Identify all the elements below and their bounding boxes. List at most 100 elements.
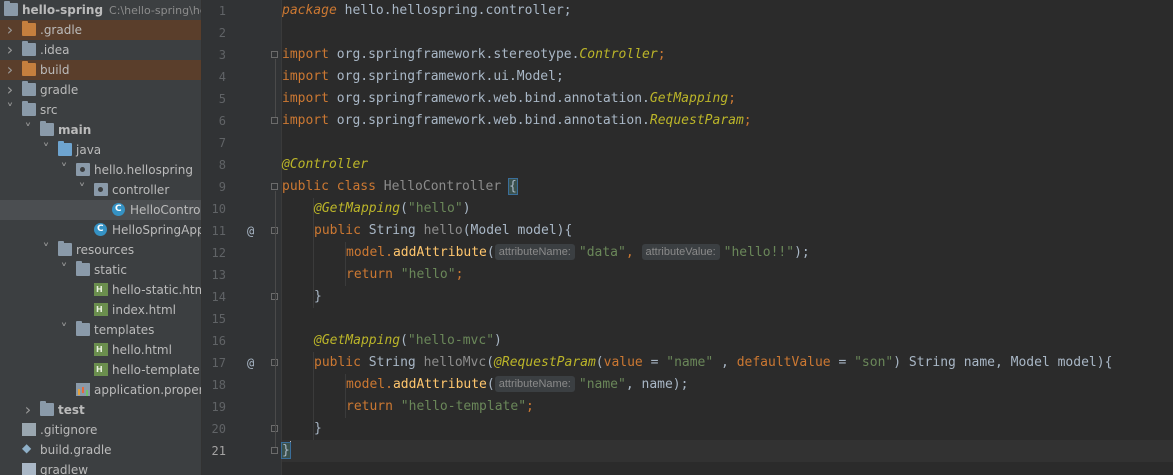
folder-icon [22, 101, 36, 116]
tree-item[interactable]: ˅ src [0, 100, 201, 120]
line-number: 1 [218, 4, 226, 18]
tree-item-label: java [76, 143, 102, 157]
tree-item[interactable]: gradlew [0, 460, 201, 475]
chevron-right-icon[interactable]: › [4, 62, 16, 78]
tree-item[interactable]: hello-static.html [0, 280, 202, 300]
line-number: 18 [211, 378, 226, 392]
package-icon [76, 163, 90, 176]
tree-item[interactable]: › test [0, 400, 201, 420]
code-line-16[interactable]: @GetMapping("hello-mvc") [314, 330, 502, 352]
gradle-file-icon [22, 441, 36, 456]
line-number: 13 [211, 268, 226, 282]
chevron-down-icon[interactable]: ˅ [76, 183, 88, 197]
code-line-10[interactable]: @GetMapping("hello") [314, 198, 471, 220]
tree-item[interactable]: ˅ controller [0, 180, 201, 200]
line-number: 4 [218, 70, 226, 84]
code-line-3[interactable]: import org.springframework.stereotype.Co… [282, 44, 666, 66]
tree-item-label: static [94, 263, 127, 277]
folder-icon [22, 21, 36, 36]
fold-toggle-icon[interactable] [271, 183, 278, 190]
tree-item[interactable]: › .gradle [0, 20, 201, 40]
parameter-hint: attributeValue: [641, 244, 720, 260]
line-number: 11 [211, 224, 226, 238]
line-number: 9 [218, 180, 226, 194]
chevron-right-icon[interactable]: › [4, 82, 16, 98]
chevron-down-icon[interactable]: ˅ [40, 243, 52, 257]
file-icon [22, 463, 36, 475]
request-mapping-gutter-icon[interactable]: @ [247, 220, 254, 242]
code-line-11[interactable]: public String hello(Model model){ [314, 220, 572, 242]
fold-toggle-icon[interactable] [271, 51, 278, 58]
code-editor[interactable]: 1 2 3 4 5 6 7 8 9 10 11 12 13 14 15 16 17 18 19 20 21 @ @ pack… [202, 0, 1173, 475]
code-line-18[interactable]: model.addAttribute(attributeName: "name",… [346, 374, 688, 396]
tree-item-label: .gradle [40, 23, 83, 37]
code-line-17[interactable]: public String helloMvc(@RequestParam(val… [314, 352, 1112, 374]
chevron-right-icon[interactable]: › [4, 22, 16, 38]
code-line-13[interactable]: return "hello"; [346, 264, 463, 286]
project-root-row[interactable]: hello-spring C:\hello-spring\he [0, 0, 201, 20]
tree-item-label: hello.html [112, 343, 172, 357]
tree-item[interactable]: › .idea [0, 40, 201, 60]
line-number: 3 [218, 48, 226, 62]
tree-item[interactable]: ˅ java [0, 140, 201, 160]
tree-item-label: gradlew [40, 463, 89, 475]
tree-item[interactable]: hello.html [0, 340, 201, 360]
code-line-21[interactable]: } [281, 440, 291, 462]
tree-item[interactable]: ˅ static [0, 260, 201, 280]
tree-item[interactable]: application.propertie [0, 380, 202, 400]
request-mapping-gutter-icon[interactable]: @ [247, 352, 254, 374]
code-line-19[interactable]: return "hello-template"; [346, 396, 534, 418]
tree-item[interactable]: ˅ main [0, 120, 201, 140]
fold-range-line [275, 59, 276, 117]
chevron-down-icon[interactable]: ˅ [58, 323, 70, 337]
tree-item[interactable]: ˅ hello.hellospring [0, 160, 201, 180]
line-number: 15 [211, 312, 226, 326]
tree-item-label: hello-static.html [112, 283, 202, 297]
tree-item[interactable]: hello-template.ht [0, 360, 201, 380]
matched-brace: } [281, 442, 291, 459]
chevron-right-icon[interactable]: › [22, 402, 34, 418]
tree-item-label: test [58, 403, 85, 417]
folder-icon [22, 41, 36, 56]
fold-range-line [275, 235, 276, 293]
code-line-1[interactable]: package hello.hellospring.controller; [282, 0, 572, 22]
tree-item-label: templates [94, 323, 155, 337]
tree-item[interactable]: index.html [0, 300, 201, 320]
tree-item-label: HelloControll [130, 203, 202, 217]
code-line-6[interactable]: import org.springframework.web.bind.anno… [282, 110, 752, 132]
chevron-down-icon[interactable]: ˅ [40, 143, 52, 157]
tree-item[interactable]: ˅ templates [0, 320, 201, 340]
chevron-right-icon[interactable]: › [4, 42, 16, 58]
project-root-name: hello-spring [22, 3, 104, 17]
tree-item[interactable]: ˅ resources [0, 240, 201, 260]
fold-toggle-icon[interactable] [271, 447, 278, 454]
tree-item[interactable]: HelloSpringAppli [0, 220, 202, 240]
code-line-12[interactable]: model.addAttribute(attributeName: "data",… [346, 242, 810, 264]
code-line-9[interactable]: public class HelloController { [282, 176, 518, 198]
parameter-hint: attributeName: [494, 244, 575, 260]
matched-brace: { [508, 178, 518, 195]
chevron-down-icon[interactable]: ˅ [22, 123, 34, 137]
code-line-20[interactable]: } [314, 418, 322, 440]
tree-item[interactable]: .gitignore [0, 420, 201, 440]
current-line-highlight [282, 440, 1173, 462]
chevron-down-icon[interactable]: ˅ [4, 103, 16, 117]
code-line-5[interactable]: import org.springframework.web.bind.anno… [282, 88, 736, 110]
folder-icon [22, 61, 36, 76]
tree-item[interactable]: HelloControll [0, 200, 202, 220]
tree-item-label: resources [76, 243, 135, 257]
code-line-8[interactable]: @Controller [282, 154, 368, 176]
code-line-4[interactable]: import org.springframework.ui.Model; [282, 66, 564, 88]
tree-item[interactable]: build.gradle [0, 440, 201, 460]
chevron-down-icon[interactable]: ˅ [58, 163, 70, 177]
java-class-icon [112, 203, 125, 216]
code-line-14[interactable]: } [314, 286, 322, 308]
project-tree-panel: hello-spring C:\hello-spring\he › .gradle ›… [0, 0, 202, 475]
tree-item[interactable]: › build [0, 60, 201, 80]
fold-toggle-icon[interactable] [271, 117, 278, 124]
tree-item[interactable]: › gradle [0, 80, 201, 100]
tree-item-label: HelloSpringAppli [112, 223, 202, 237]
chevron-down-icon[interactable]: ˅ [58, 263, 70, 277]
tree-item-label: application.propertie [94, 383, 202, 397]
tree-item-label: build.gradle [40, 443, 112, 457]
